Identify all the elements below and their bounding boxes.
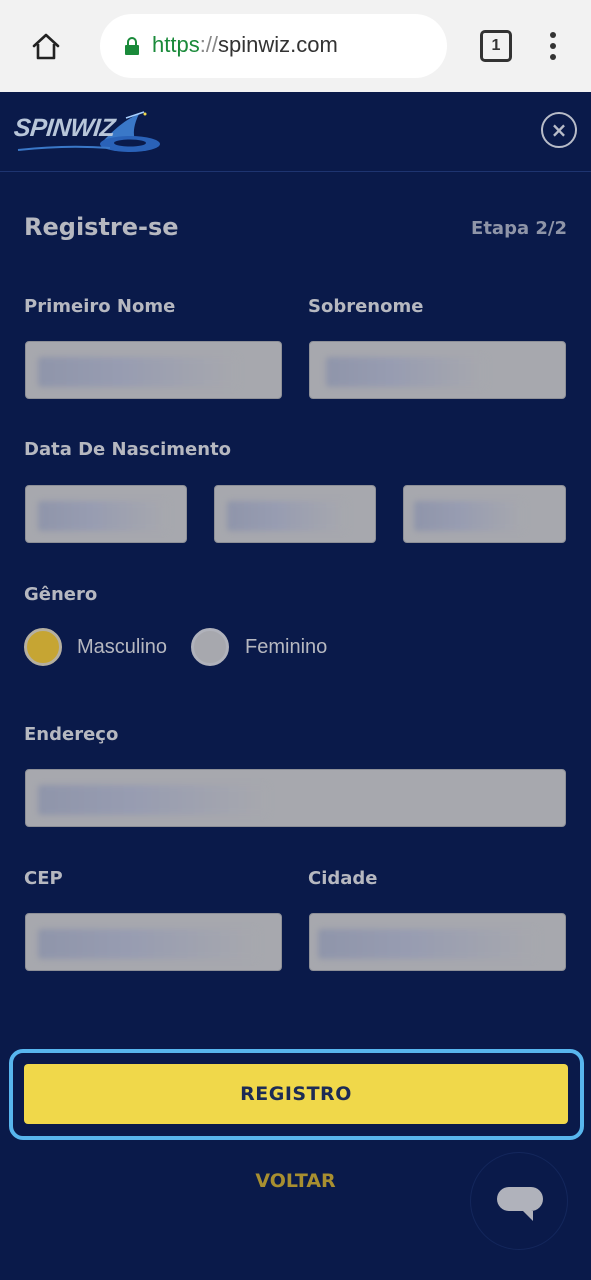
tabs-icon[interactable]: 1	[480, 30, 512, 62]
last-name-field[interactable]	[309, 341, 566, 399]
city-field[interactable]	[309, 913, 566, 971]
site-header: SPINWIZ	[0, 92, 591, 172]
last-name-label: Sobrenome	[308, 296, 424, 317]
first-name-label: Primeiro Nome	[24, 296, 176, 317]
page-title: Registre-se	[24, 213, 179, 241]
close-icon[interactable]: ×	[541, 112, 577, 148]
logo-text: SPINWIZ	[12, 114, 117, 142]
step-indicator: Etapa 2/2	[471, 218, 567, 239]
tab-count: 1	[491, 37, 501, 54]
cep-field[interactable]	[25, 913, 282, 971]
birth-month-field[interactable]	[214, 485, 376, 543]
url-text: https://spinwiz.com	[152, 32, 338, 57]
more-vert-icon[interactable]	[540, 28, 566, 64]
birth-day-field[interactable]	[25, 485, 187, 543]
register-button[interactable]: REGISTRO	[24, 1064, 568, 1124]
address-bar[interactable]: https://spinwiz.com	[100, 14, 447, 78]
address-label: Endereço	[24, 724, 119, 745]
radio-feminino-label[interactable]: Feminino	[245, 636, 327, 659]
radio-masculino-label[interactable]: Masculino	[77, 636, 167, 659]
lock-icon	[124, 37, 140, 55]
birth-year-field[interactable]	[403, 485, 566, 543]
radio-masculino[interactable]	[24, 628, 62, 666]
cep-label: CEP	[24, 868, 63, 889]
birth-date-label: Data De Nascimento	[24, 439, 232, 460]
first-name-field[interactable]	[25, 341, 282, 399]
browser-toolbar: https://spinwiz.com 1	[0, 0, 591, 92]
spinwiz-logo[interactable]: SPINWIZ	[12, 106, 164, 156]
city-label: Cidade	[308, 868, 378, 889]
chat-button[interactable]	[470, 1152, 568, 1250]
home-icon[interactable]	[28, 28, 64, 64]
gender-label: Gênero	[24, 584, 98, 605]
radio-feminino[interactable]	[191, 628, 229, 666]
address-field[interactable]	[25, 769, 566, 827]
